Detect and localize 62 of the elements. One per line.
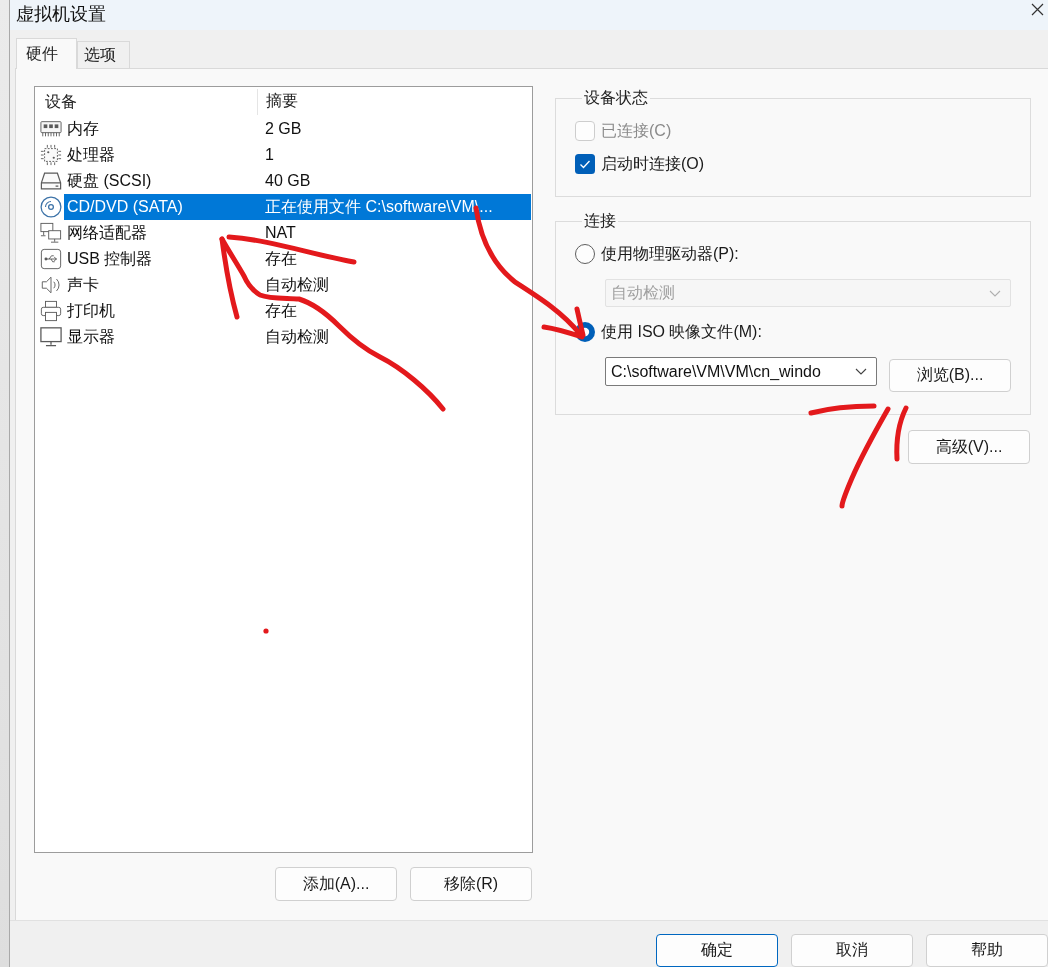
- ok-button[interactable]: 确定: [656, 934, 778, 967]
- tab[interactable]: 选项: [77, 41, 130, 68]
- dropdown: 自动检测: [605, 279, 1011, 307]
- device-name: 处理器: [66, 144, 116, 165]
- device-row[interactable]: 网络适配器 NAT: [64, 220, 531, 246]
- annotation-dot: [263, 628, 269, 634]
- radio-label: 使用物理驱动器(P):: [601, 243, 739, 264]
- speaker-icon: [40, 274, 62, 296]
- dropdown[interactable]: C:\software\VM\VM\cn_windo: [605, 357, 877, 386]
- chip-icon: [40, 144, 62, 166]
- device-summary: 2 GB: [265, 120, 302, 138]
- usb-icon: [40, 248, 62, 270]
- radio-label: 使用 ISO 映像文件(M):: [601, 321, 762, 342]
- device-row[interactable]: 声卡 自动检测: [64, 272, 531, 298]
- add-button[interactable]: 添加(A)...: [275, 867, 397, 901]
- checkbox-label: 启动时连接(O): [601, 153, 705, 174]
- device-row[interactable]: USB 控制器 存在: [64, 246, 531, 272]
- device-summary: 40 GB: [265, 172, 311, 190]
- device-summary: 自动检测: [265, 274, 329, 295]
- column-header[interactable]: 摘要: [258, 91, 298, 112]
- advanced-button[interactable]: 高级(V)...: [908, 430, 1030, 464]
- device-summary: 自动检测: [265, 326, 329, 347]
- device-row[interactable]: 打印机 存在: [64, 298, 531, 324]
- close-icon[interactable]: [1031, 3, 1044, 16]
- device-summary: NAT: [265, 224, 296, 242]
- column-header[interactable]: 设备: [36, 88, 258, 115]
- help-button[interactable]: 帮助: [926, 934, 1048, 967]
- device-name: 声卡: [66, 274, 100, 295]
- disc-icon: [40, 196, 62, 218]
- hard-drive-icon: [40, 170, 62, 192]
- device-name: 网络适配器: [66, 222, 148, 243]
- radio-button[interactable]: [575, 244, 595, 264]
- window-title: 虚拟机设置: [16, 3, 106, 26]
- checkbox[interactable]: [575, 154, 595, 174]
- remove-button[interactable]: 移除(R): [410, 867, 532, 901]
- device-summary: 存在: [265, 300, 297, 321]
- device-name: 显示器: [66, 326, 116, 347]
- device-row[interactable]: 内存 2 GB: [64, 116, 531, 142]
- device-summary: 存在: [265, 248, 297, 269]
- printer-icon: [40, 300, 62, 322]
- browse-button[interactable]: 浏览(B)...: [889, 359, 1011, 392]
- device-summary: 正在使用文件 C:\software\VM\...: [265, 196, 493, 217]
- device-name: 硬盘 (SCSI): [66, 170, 153, 191]
- caret-icon: [855, 368, 867, 375]
- device-name: 打印机: [66, 300, 116, 321]
- device-name: USB 控制器: [66, 248, 154, 269]
- radio-button[interactable]: [575, 322, 595, 342]
- group-title: 连接: [583, 211, 617, 231]
- device-row[interactable]: 硬盘 (SCSI) 40 GB: [64, 168, 531, 194]
- cancel-button[interactable]: 取消: [791, 934, 913, 967]
- checkbox-label: 已连接(C): [601, 120, 672, 141]
- device-summary: 1: [265, 146, 274, 164]
- tab[interactable]: 硬件: [16, 38, 77, 69]
- device-row[interactable]: CD/DVD (SATA) 正在使用文件 C:\software\VM\...: [64, 194, 531, 220]
- device-name: CD/DVD (SATA): [66, 198, 184, 216]
- device-row[interactable]: 显示器 自动检测: [64, 324, 531, 350]
- device-row[interactable]: 处理器 1: [64, 142, 531, 168]
- network-icon: [40, 222, 62, 244]
- caret-icon: [989, 289, 1001, 297]
- group-title: 设备状态: [583, 88, 649, 108]
- monitor-icon: [40, 326, 62, 348]
- device-name: 内存: [66, 118, 100, 139]
